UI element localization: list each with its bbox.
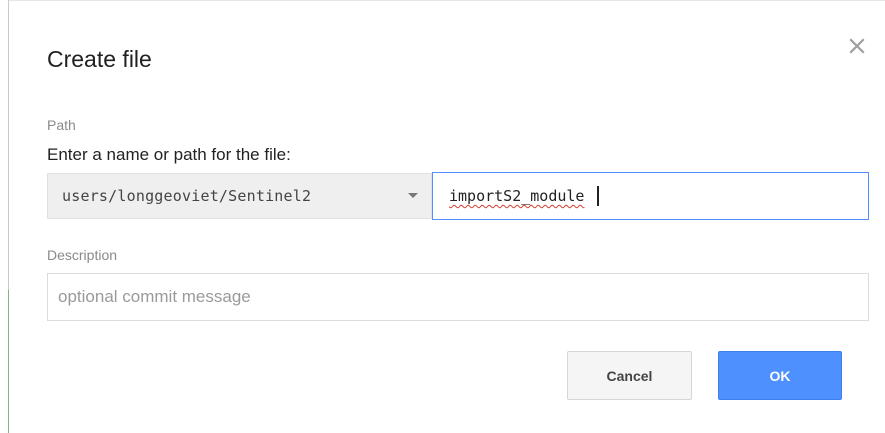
description-placeholder: optional commit message: [58, 287, 251, 306]
text-cursor: [597, 186, 599, 206]
file-name-input[interactable]: importS2_module: [432, 172, 869, 220]
dialog-title: Create file: [47, 46, 152, 72]
cancel-button[interactable]: Cancel: [567, 351, 692, 400]
description-input[interactable]: optional commit message: [47, 273, 869, 321]
create-file-dialog: Create file Path Enter a name or path fo…: [9, 1, 885, 433]
folder-path-select[interactable]: users/longgeoviet/Sentinel2: [47, 173, 432, 219]
close-icon[interactable]: [845, 34, 869, 58]
path-prompt: Enter a name or path for the file:: [47, 145, 291, 164]
description-section-label: Description: [47, 247, 118, 263]
caret-down-icon: [408, 193, 418, 198]
page: Create file Path Enter a name or path fo…: [0, 0, 885, 433]
folder-path-value: users/longgeoviet/Sentinel2: [62, 187, 312, 205]
ok-button[interactable]: OK: [718, 351, 842, 400]
file-name-value: importS2_module: [449, 187, 585, 205]
path-section-label: Path: [47, 117, 76, 133]
